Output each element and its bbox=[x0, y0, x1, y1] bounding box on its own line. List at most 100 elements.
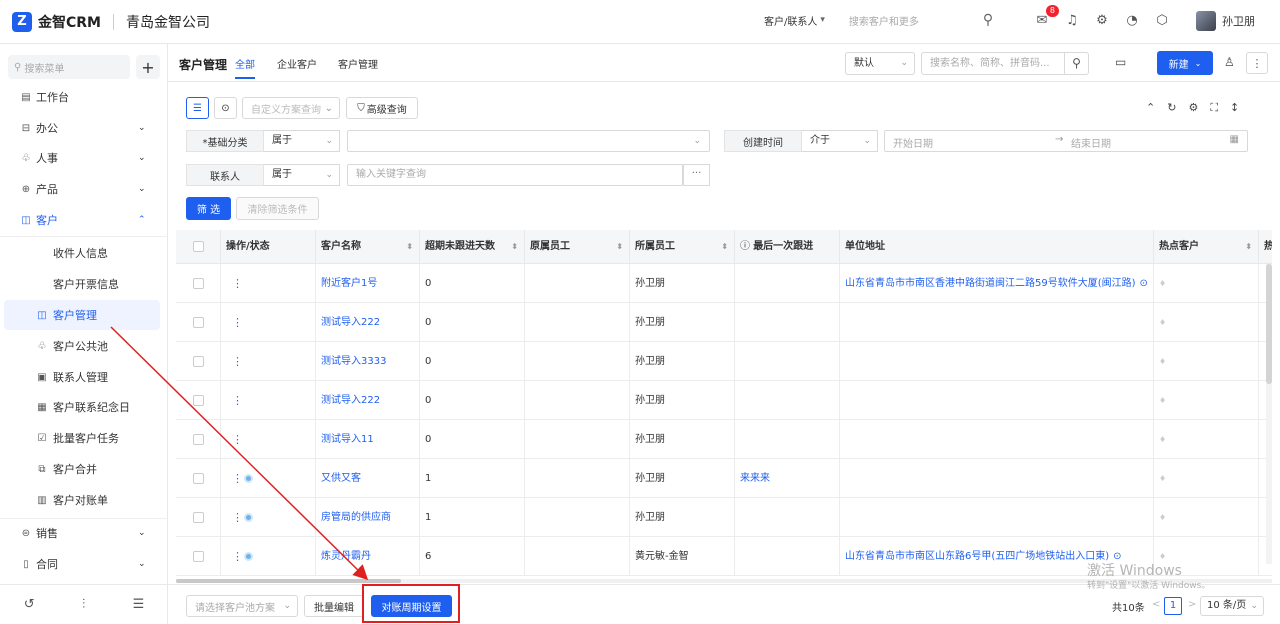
cell-last-followup[interactable] bbox=[735, 537, 840, 576]
row-checkbox[interactable] bbox=[193, 434, 204, 445]
table-row[interactable]: ⋮ 测试导入222 0 孙卫朋 ♦ bbox=[176, 381, 1272, 420]
search-icon[interactable]: ⚲ bbox=[1064, 53, 1088, 74]
cell-last-followup[interactable] bbox=[735, 264, 840, 303]
cell-customer-name[interactable]: 又供又客 bbox=[316, 459, 420, 498]
cube-icon[interactable]: ⬡ bbox=[1154, 12, 1170, 28]
advanced-query-button[interactable]: ⛉ 高级查询 bbox=[346, 97, 418, 119]
column-header-name[interactable]: 客户名称 ⬍ bbox=[316, 230, 420, 264]
add-menu-button[interactable]: + bbox=[136, 55, 160, 79]
hot-flame-icon[interactable]: ♦ bbox=[1159, 279, 1166, 288]
column-header-owner[interactable]: 所属员工 ⬍ bbox=[630, 230, 735, 264]
sidebar-item-contacts[interactable]: ▣ 联系人管理 bbox=[0, 362, 168, 392]
sidebar-item-merge[interactable]: ⧉ 客户合并 bbox=[0, 454, 168, 484]
cell-customer-name[interactable]: 房管局的供应商 bbox=[316, 498, 420, 537]
cell-customer-name[interactable]: 测试导入222 bbox=[316, 381, 420, 420]
print-icon[interactable]: ▭ bbox=[1115, 55, 1126, 69]
sidebar-item-customer[interactable]: ◫ 客户 ⌃ bbox=[0, 205, 168, 235]
sidebar-item-product[interactable]: ⊕ 产品 ⌄ bbox=[0, 174, 168, 204]
sort-select[interactable]: 默认 ⌄ bbox=[845, 52, 915, 75]
table-row[interactable]: ⋮ 测试导入3333 0 孙卫朋 ♦ bbox=[176, 342, 1272, 381]
select-all-checkbox[interactable] bbox=[193, 241, 204, 252]
vertical-scrollbar[interactable] bbox=[1266, 264, 1272, 564]
table-row[interactable]: ⋮ 房管局的供应商 1 孙卫朋 ♦ bbox=[176, 498, 1272, 537]
user-menu[interactable]: 孙卫朋 bbox=[1196, 11, 1255, 31]
tab-enterprise-customer[interactable]: 企业客户 bbox=[277, 56, 317, 71]
row-checkbox[interactable] bbox=[193, 356, 204, 367]
table-row[interactable]: ⋮ 附近客户1号 0 孙卫朋 山东省青岛市市南区香港中路街道闽江二路59号软件大厦(闽江… bbox=[176, 264, 1272, 303]
page-number-current[interactable]: 1 bbox=[1164, 597, 1182, 615]
logo[interactable]: Z 金智CRM bbox=[12, 11, 101, 32]
bell-icon[interactable]: ♫ bbox=[1064, 12, 1080, 28]
sidebar-item-contract[interactable]: ▯ 合同 ⌄ bbox=[0, 549, 168, 579]
cell-address[interactable] bbox=[840, 459, 1154, 498]
history-icon[interactable]: ↺ bbox=[24, 597, 35, 612]
contact-op-select[interactable]: 属于 ⌄ bbox=[264, 164, 340, 186]
map-pin-icon[interactable]: ⊙ bbox=[214, 97, 237, 119]
sidebar-item-recipient-info[interactable]: 收件人信息 bbox=[0, 238, 168, 268]
cell-last-followup[interactable] bbox=[735, 342, 840, 381]
column-header-overdue-days[interactable]: 超期未跟进天数 ⬍ bbox=[420, 230, 525, 264]
cell-last-followup[interactable] bbox=[735, 303, 840, 342]
scheme-select[interactable]: 自定义方案查询 ⌄ bbox=[242, 97, 340, 119]
cell-customer-name[interactable]: 炼灵丹霸丹 bbox=[316, 537, 420, 576]
prev-page-button[interactable]: < bbox=[1152, 599, 1160, 610]
scrollbar-thumb[interactable] bbox=[1266, 264, 1272, 384]
pool-scheme-select[interactable]: 请选择客户池方案 ⌄ bbox=[186, 595, 298, 617]
fullscreen-icon[interactable]: ⛶ bbox=[1210, 101, 1218, 115]
cell-last-followup[interactable] bbox=[735, 420, 840, 459]
cell-address[interactable]: 山东省青岛市市南区香港中路街道闽江二路59号软件大厦(闽江路) ⊙ bbox=[840, 264, 1154, 303]
cell-address[interactable] bbox=[840, 381, 1154, 420]
sidebar-item-customer-management[interactable]: ◫ 客户管理 bbox=[4, 300, 160, 330]
chart-pie-icon[interactable]: ◔ bbox=[1124, 12, 1140, 28]
cell-address[interactable] bbox=[840, 420, 1154, 459]
sort-icon[interactable]: ⬍ bbox=[721, 230, 728, 264]
filter-button[interactable]: 筛 选 bbox=[186, 197, 231, 220]
company-name[interactable]: 青岛金智公司 bbox=[126, 12, 210, 32]
date-range-picker[interactable]: 开始日期 → 结束日期 ▦ bbox=[884, 130, 1248, 152]
menu-search-input[interactable]: ⚲ 搜索菜单 bbox=[8, 55, 130, 79]
cell-address[interactable] bbox=[840, 303, 1154, 342]
sort-icon[interactable]: ⬍ bbox=[616, 230, 623, 264]
tab-all[interactable]: 全部 bbox=[235, 56, 255, 71]
next-page-button[interactable]: > bbox=[1188, 599, 1196, 610]
map-pin-icon[interactable]: ⊙ bbox=[1140, 278, 1148, 289]
contact-keyword-input[interactable]: 输入关键字查询 bbox=[347, 164, 683, 186]
hot-flame-icon[interactable]: ♦ bbox=[1159, 513, 1166, 522]
expand-vertical-icon[interactable]: ↕ bbox=[1230, 101, 1239, 115]
column-header-original-staff[interactable]: 原属员工 ⬍ bbox=[525, 230, 630, 264]
sidebar-item-sales[interactable]: ⊜ 销售 ⌄ bbox=[0, 518, 168, 548]
cell-customer-name[interactable]: 测试导入222 bbox=[316, 303, 420, 342]
sort-icon[interactable]: ⬍ bbox=[511, 230, 518, 264]
cell-customer-name[interactable]: 测试导入3333 bbox=[316, 342, 420, 381]
settings-sliders-icon[interactable]: ⫶ bbox=[82, 597, 85, 612]
row-checkbox[interactable] bbox=[193, 473, 204, 484]
cell-address[interactable] bbox=[840, 342, 1154, 381]
hot-flame-icon[interactable]: ♦ bbox=[1159, 396, 1166, 405]
column-header-hot-customer[interactable]: 热点客户 ⬍ bbox=[1154, 230, 1259, 264]
end-date-input[interactable]: 结束日期 bbox=[1071, 135, 1111, 150]
message-icon[interactable]: ✉ 8 bbox=[1034, 5, 1059, 28]
user-icon[interactable]: ♙ bbox=[1224, 55, 1235, 69]
customer-search-input[interactable]: 搜索名称、简称、拼音码... ⚲ bbox=[921, 52, 1089, 75]
global-search[interactable]: 客户/联系人 ▾ 搜索客户和更多 ⚲ bbox=[764, 12, 993, 28]
cell-address[interactable] bbox=[840, 498, 1154, 537]
scrollbar-thumb[interactable] bbox=[176, 579, 401, 583]
row-checkbox[interactable] bbox=[193, 395, 204, 406]
table-row[interactable]: ⋮ 测试导入222 0 孙卫朋 ♦ bbox=[176, 303, 1272, 342]
hot-flame-icon[interactable]: ♦ bbox=[1159, 435, 1166, 444]
sidebar-item-batch-task[interactable]: ☑ 批量客户任务 bbox=[0, 423, 168, 453]
created-op-select[interactable]: 介于 ⌄ bbox=[802, 130, 878, 152]
row-checkbox[interactable] bbox=[193, 317, 204, 328]
column-header-last-followup[interactable]: ⓘ 最后一次跟进 bbox=[735, 230, 840, 264]
page-size-select[interactable]: 10 条/页 ⌄ bbox=[1200, 596, 1264, 616]
table-row[interactable]: ⋮ 测试导入11 0 孙卫朋 ♦ bbox=[176, 420, 1272, 459]
sidebar-item-hr[interactable]: ♧ 人事 ⌄ bbox=[0, 143, 168, 173]
more-icon[interactable]: ··· bbox=[683, 164, 710, 186]
collapse-menu-icon[interactable]: ☰ bbox=[133, 597, 145, 612]
cell-last-followup[interactable] bbox=[735, 498, 840, 537]
row-checkbox[interactable] bbox=[193, 278, 204, 289]
global-search-input[interactable]: 搜索客户和更多 bbox=[849, 13, 969, 28]
search-icon[interactable]: ⚲ bbox=[983, 12, 993, 28]
search-scope-select[interactable]: 客户/联系人 bbox=[764, 13, 817, 28]
row-checkbox[interactable] bbox=[193, 512, 204, 523]
